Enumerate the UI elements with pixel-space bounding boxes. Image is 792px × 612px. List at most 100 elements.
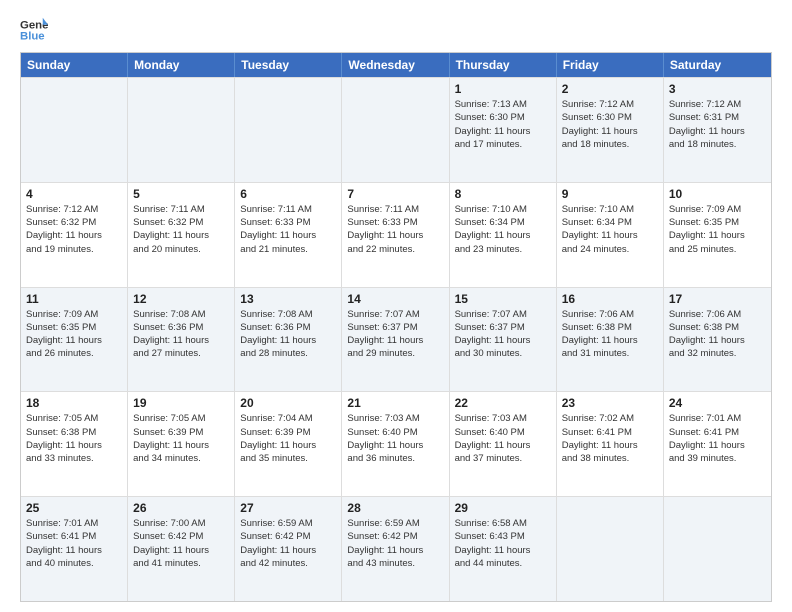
day-info: Sunrise: 7:13 AM Sunset: 6:30 PM Dayligh… — [455, 98, 551, 151]
day-info: Sunrise: 7:08 AM Sunset: 6:36 PM Dayligh… — [240, 308, 336, 361]
day-number: 2 — [562, 82, 658, 96]
calendar-empty-cell — [235, 78, 342, 182]
calendar-body: 1 Sunrise: 7:13 AM Sunset: 6:30 PM Daylig… — [21, 77, 771, 601]
calendar-header-cell: Monday — [128, 53, 235, 77]
day-number: 17 — [669, 292, 766, 306]
calendar-day-cell: 28 Sunrise: 6:59 AM Sunset: 6:42 PM Dayli… — [342, 497, 449, 601]
calendar-day-cell: 22Sunrise: 7:03 AM Sunset: 6:40 PM Dayli… — [450, 392, 557, 496]
calendar-day-cell: 11 Sunrise: 7:09 AM Sunset: 6:35 PM Dayli… — [21, 288, 128, 392]
calendar-day-cell: 1 Sunrise: 7:13 AM Sunset: 6:30 PM Daylig… — [450, 78, 557, 182]
logo: General Blue — [20, 16, 52, 44]
svg-text:Blue: Blue — [20, 31, 45, 43]
calendar-header-cell: Tuesday — [235, 53, 342, 77]
day-number: 18 — [26, 396, 122, 410]
day-info: Sunrise: 7:04 AM Sunset: 6:39 PM Dayligh… — [240, 412, 336, 465]
calendar-day-cell: 3 Sunrise: 7:12 AM Sunset: 6:31 PM Daylig… — [664, 78, 771, 182]
calendar-week: 4Sunrise: 7:12 AM Sunset: 6:32 PM Daylig… — [21, 182, 771, 287]
calendar-empty-cell — [664, 497, 771, 601]
day-number: 1 — [455, 82, 551, 96]
day-info: Sunrise: 7:07 AM Sunset: 6:37 PM Dayligh… — [455, 308, 551, 361]
day-info: Sunrise: 7:08 AM Sunset: 6:36 PM Dayligh… — [133, 308, 229, 361]
day-number: 21 — [347, 396, 443, 410]
day-info: Sunrise: 7:01 AM Sunset: 6:41 PM Dayligh… — [669, 412, 766, 465]
day-number: 23 — [562, 396, 658, 410]
day-number: 12 — [133, 292, 229, 306]
calendar-day-cell: 12 Sunrise: 7:08 AM Sunset: 6:36 PM Dayli… — [128, 288, 235, 392]
calendar-header: SundayMondayTuesdayWednesdayThursdayFrid… — [21, 53, 771, 77]
calendar-header-cell: Wednesday — [342, 53, 449, 77]
calendar-day-cell: 4Sunrise: 7:12 AM Sunset: 6:32 PM Daylig… — [21, 183, 128, 287]
day-info: Sunrise: 7:01 AM Sunset: 6:41 PM Dayligh… — [26, 517, 122, 570]
calendar-day-cell: 14Sunrise: 7:07 AM Sunset: 6:37 PM Dayli… — [342, 288, 449, 392]
day-number: 22 — [455, 396, 551, 410]
day-number: 11 — [26, 292, 122, 306]
calendar-week: 11 Sunrise: 7:09 AM Sunset: 6:35 PM Dayli… — [21, 287, 771, 392]
calendar-empty-cell — [342, 78, 449, 182]
calendar-day-cell: 13 Sunrise: 7:08 AM Sunset: 6:36 PM Dayli… — [235, 288, 342, 392]
calendar-day-cell: 7Sunrise: 7:11 AM Sunset: 6:33 PM Daylig… — [342, 183, 449, 287]
calendar-day-cell: 19Sunrise: 7:05 AM Sunset: 6:39 PM Dayli… — [128, 392, 235, 496]
day-info: Sunrise: 7:00 AM Sunset: 6:42 PM Dayligh… — [133, 517, 229, 570]
calendar-day-cell: 9 Sunrise: 7:10 AM Sunset: 6:34 PM Daylig… — [557, 183, 664, 287]
day-number: 29 — [455, 501, 551, 515]
calendar-day-cell: 5 Sunrise: 7:11 AM Sunset: 6:32 PM Daylig… — [128, 183, 235, 287]
day-number: 13 — [240, 292, 336, 306]
calendar-day-cell: 2 Sunrise: 7:12 AM Sunset: 6:30 PM Daylig… — [557, 78, 664, 182]
calendar-day-cell: 27 Sunrise: 6:59 AM Sunset: 6:42 PM Dayli… — [235, 497, 342, 601]
calendar-day-cell: 24Sunrise: 7:01 AM Sunset: 6:41 PM Dayli… — [664, 392, 771, 496]
day-info: Sunrise: 7:03 AM Sunset: 6:40 PM Dayligh… — [347, 412, 443, 465]
calendar-header-cell: Thursday — [450, 53, 557, 77]
calendar-day-cell: 17Sunrise: 7:06 AM Sunset: 6:38 PM Dayli… — [664, 288, 771, 392]
day-info: Sunrise: 7:09 AM Sunset: 6:35 PM Dayligh… — [26, 308, 122, 361]
day-info: Sunrise: 6:59 AM Sunset: 6:42 PM Dayligh… — [347, 517, 443, 570]
day-info: Sunrise: 7:12 AM Sunset: 6:32 PM Dayligh… — [26, 203, 122, 256]
header: General Blue — [20, 16, 772, 44]
calendar-week: 1 Sunrise: 7:13 AM Sunset: 6:30 PM Daylig… — [21, 77, 771, 182]
day-info: Sunrise: 7:06 AM Sunset: 6:38 PM Dayligh… — [562, 308, 658, 361]
day-info: Sunrise: 7:10 AM Sunset: 6:34 PM Dayligh… — [562, 203, 658, 256]
day-info: Sunrise: 7:05 AM Sunset: 6:39 PM Dayligh… — [133, 412, 229, 465]
calendar-empty-cell — [557, 497, 664, 601]
day-number: 5 — [133, 187, 229, 201]
calendar-day-cell: 20 Sunrise: 7:04 AM Sunset: 6:39 PM Dayli… — [235, 392, 342, 496]
calendar-day-cell: 29 Sunrise: 6:58 AM Sunset: 6:43 PM Dayli… — [450, 497, 557, 601]
day-number: 6 — [240, 187, 336, 201]
day-number: 28 — [347, 501, 443, 515]
day-info: Sunrise: 7:11 AM Sunset: 6:33 PM Dayligh… — [240, 203, 336, 256]
calendar-day-cell: 21 Sunrise: 7:03 AM Sunset: 6:40 PM Dayli… — [342, 392, 449, 496]
calendar-day-cell: 25 Sunrise: 7:01 AM Sunset: 6:41 PM Dayli… — [21, 497, 128, 601]
day-info: Sunrise: 7:02 AM Sunset: 6:41 PM Dayligh… — [562, 412, 658, 465]
day-number: 25 — [26, 501, 122, 515]
day-number: 16 — [562, 292, 658, 306]
day-info: Sunrise: 7:12 AM Sunset: 6:30 PM Dayligh… — [562, 98, 658, 151]
day-info: Sunrise: 6:58 AM Sunset: 6:43 PM Dayligh… — [455, 517, 551, 570]
day-info: Sunrise: 6:59 AM Sunset: 6:42 PM Dayligh… — [240, 517, 336, 570]
day-number: 10 — [669, 187, 766, 201]
day-info: Sunrise: 7:07 AM Sunset: 6:37 PM Dayligh… — [347, 308, 443, 361]
day-info: Sunrise: 7:11 AM Sunset: 6:32 PM Dayligh… — [133, 203, 229, 256]
day-number: 20 — [240, 396, 336, 410]
day-number: 7 — [347, 187, 443, 201]
day-info: Sunrise: 7:12 AM Sunset: 6:31 PM Dayligh… — [669, 98, 766, 151]
calendar-day-cell: 15 Sunrise: 7:07 AM Sunset: 6:37 PM Dayli… — [450, 288, 557, 392]
calendar-week: 25 Sunrise: 7:01 AM Sunset: 6:41 PM Dayli… — [21, 496, 771, 601]
day-number: 27 — [240, 501, 336, 515]
calendar-day-cell: 10 Sunrise: 7:09 AM Sunset: 6:35 PM Dayli… — [664, 183, 771, 287]
calendar-day-cell: 23 Sunrise: 7:02 AM Sunset: 6:41 PM Dayli… — [557, 392, 664, 496]
calendar: SundayMondayTuesdayWednesdayThursdayFrid… — [20, 52, 772, 602]
day-number: 8 — [455, 187, 551, 201]
calendar-day-cell: 26Sunrise: 7:00 AM Sunset: 6:42 PM Dayli… — [128, 497, 235, 601]
logo-icon: General Blue — [20, 16, 48, 44]
day-number: 9 — [562, 187, 658, 201]
day-number: 15 — [455, 292, 551, 306]
day-info: Sunrise: 7:10 AM Sunset: 6:34 PM Dayligh… — [455, 203, 551, 256]
calendar-day-cell: 6 Sunrise: 7:11 AM Sunset: 6:33 PM Daylig… — [235, 183, 342, 287]
calendar-day-cell: 8 Sunrise: 7:10 AM Sunset: 6:34 PM Daylig… — [450, 183, 557, 287]
day-info: Sunrise: 7:05 AM Sunset: 6:38 PM Dayligh… — [26, 412, 122, 465]
calendar-header-cell: Saturday — [664, 53, 771, 77]
day-info: Sunrise: 7:09 AM Sunset: 6:35 PM Dayligh… — [669, 203, 766, 256]
day-number: 3 — [669, 82, 766, 96]
page: General Blue SundayMondayTuesdayWednesda… — [0, 0, 792, 612]
calendar-header-cell: Friday — [557, 53, 664, 77]
calendar-week: 18 Sunrise: 7:05 AM Sunset: 6:38 PM Dayli… — [21, 391, 771, 496]
